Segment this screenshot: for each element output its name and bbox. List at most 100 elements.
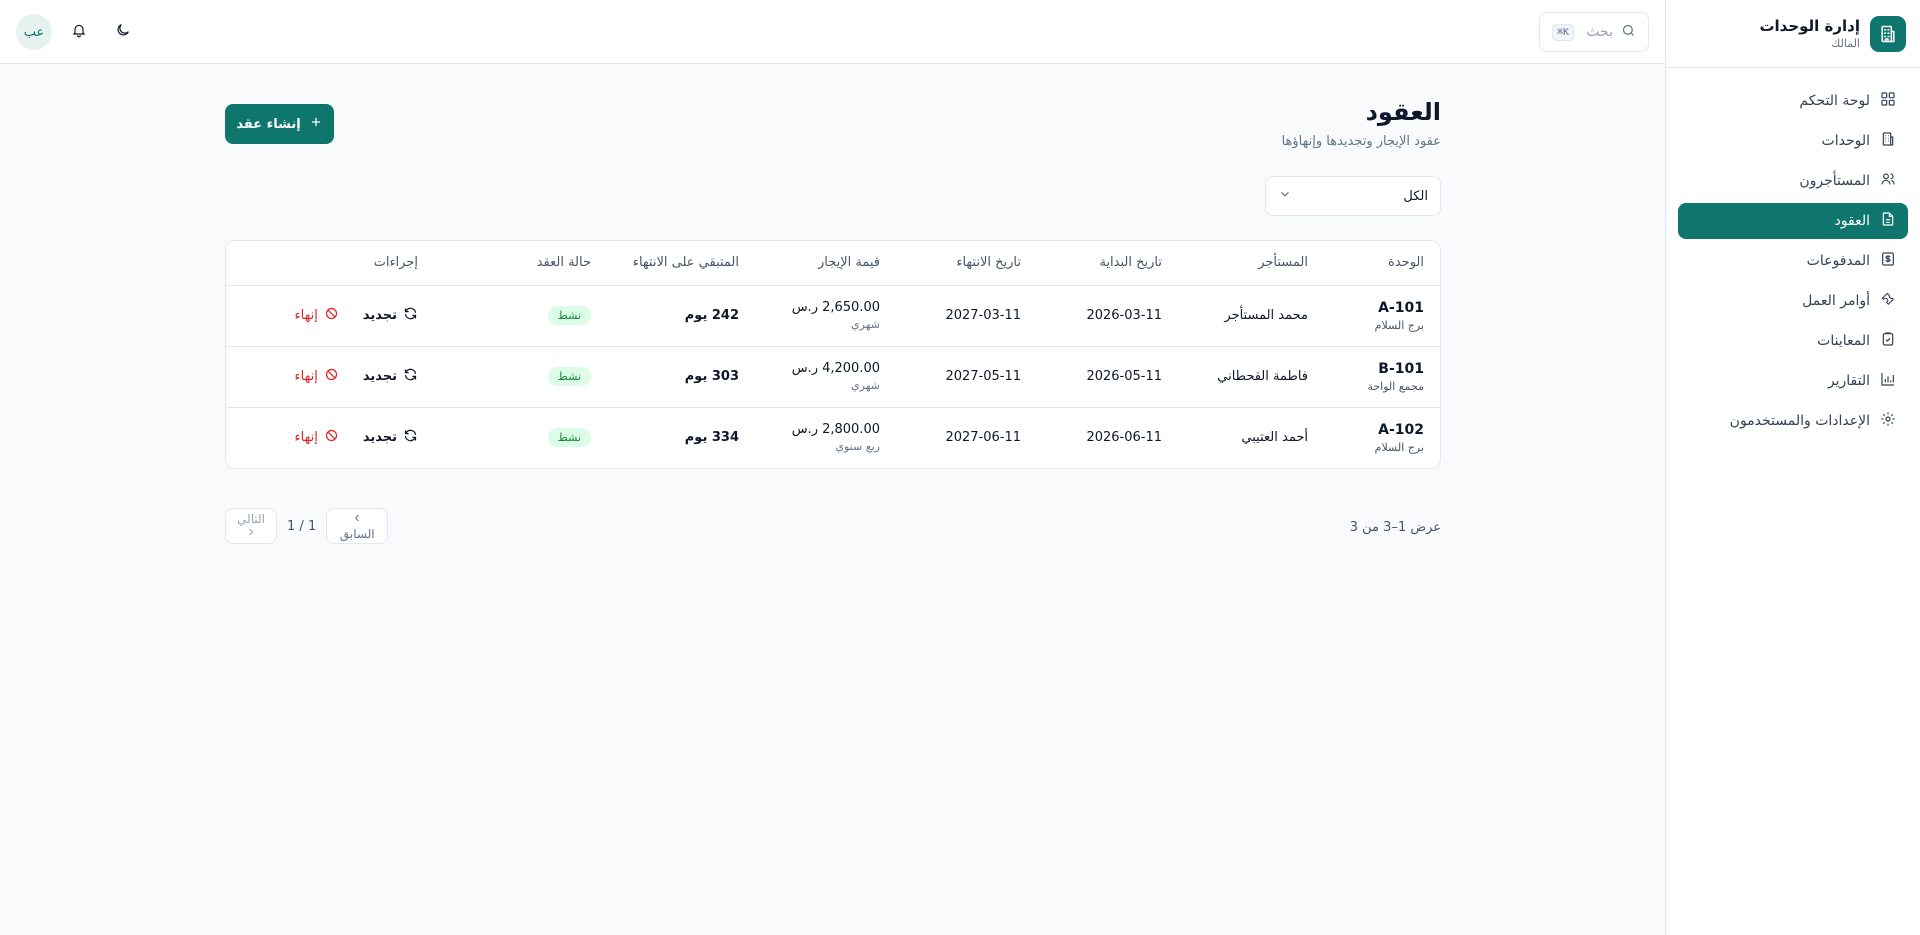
status-cell: نشط: [434, 285, 607, 347]
unit-cell: B-101 مجمع الواحة: [1324, 346, 1440, 408]
unit-code[interactable]: A-102: [1340, 422, 1424, 438]
gear-icon: [1880, 411, 1896, 431]
column-header-tenant: المستأجر: [1178, 241, 1324, 286]
users-icon: [1880, 171, 1896, 191]
ban-icon: [324, 367, 339, 386]
tenant-cell: محمد المستأجر: [1178, 285, 1324, 347]
sidebar-item-dashboard[interactable]: لوحة التحكم: [1678, 83, 1908, 119]
unit-cell: A-101 برج السلام: [1324, 285, 1440, 347]
tenant-cell: فاطمة القحطاني: [1178, 346, 1324, 408]
clipboard-check-icon: [1880, 331, 1896, 351]
previous-page-button[interactable]: السابق: [326, 508, 389, 544]
sidebar-item-label: المستأجرون: [1799, 173, 1870, 189]
page-indicator: 1 / 1: [287, 518, 317, 534]
sidebar-item-inspections[interactable]: المعاينات: [1678, 323, 1908, 359]
create-contract-button[interactable]: إنشاء عقد: [225, 104, 334, 144]
avatar[interactable]: عب: [16, 14, 52, 50]
terminate-label: إنهاء: [294, 369, 318, 384]
renew-label: تجديد: [362, 369, 397, 384]
unit-building: برج السلام: [1374, 440, 1424, 454]
sidebar-item-label: أوامر العمل: [1802, 293, 1870, 309]
table-row: A-101 برج السلام محمد المستأجر 2026-03-1…: [226, 285, 1440, 347]
chevron-right-icon: [245, 526, 257, 541]
sidebar-item-label: لوحة التحكم: [1799, 93, 1870, 109]
column-header-unit: الوحدة: [1324, 241, 1440, 286]
sidebar-item-label: المعاينات: [1817, 333, 1870, 349]
keyboard-shortcut: K⌘: [1552, 23, 1575, 41]
terminate-label: إنهاء: [294, 308, 318, 323]
search-icon: [1621, 23, 1636, 42]
app-title: إدارة الوحدات: [1759, 17, 1860, 35]
filter-value: الكل: [1403, 188, 1428, 204]
terminate-button[interactable]: إنهاء: [295, 367, 339, 386]
terminate-button[interactable]: إنهاء: [295, 428, 339, 447]
sidebar-item-reports[interactable]: التقارير: [1678, 363, 1908, 399]
table-row: A-102 برج السلام أحمد العتيبي 2026-06-11…: [226, 407, 1440, 468]
rent-amount: 4,200.00 ر.س: [791, 361, 880, 376]
sidebar-item-tenants[interactable]: المستأجرون: [1678, 163, 1908, 199]
unit-code[interactable]: A-101: [1340, 300, 1424, 316]
chart-icon: [1880, 371, 1896, 391]
sidebar-item-units[interactable]: الوحدات: [1678, 123, 1908, 159]
building-logo-icon: [1870, 15, 1906, 52]
refresh-icon: [403, 306, 418, 325]
actions-cell: تجديد إنهاء: [226, 407, 434, 468]
page-header: العقود عقود الإيجار وتجديدها وإنهاؤها إن…: [225, 64, 1441, 179]
bell-icon: [71, 22, 87, 42]
contract-icon: [1880, 211, 1896, 231]
table-footer: عرض 1–3 من 3 السابق 1 / 1 التالي: [225, 508, 1441, 548]
dashboard-icon: [1880, 91, 1896, 111]
terminate-label: إنهاء: [294, 430, 318, 446]
terminate-button[interactable]: إنهاء: [295, 306, 339, 325]
renew-button[interactable]: تجديد: [363, 428, 418, 447]
column-header-remaining: المتبقي على الانتهاء: [607, 241, 755, 286]
rent-period: شهري: [851, 379, 880, 392]
theme-toggle-button[interactable]: [106, 15, 140, 49]
unit-code[interactable]: B-101: [1340, 361, 1424, 377]
status-cell: نشط: [434, 407, 607, 468]
remaining-cell: 242 يوم: [607, 285, 755, 347]
search-input[interactable]: بحث K⌘: [1539, 12, 1649, 52]
sidebar-item-settings[interactable]: الإعدادات والمستخدمون: [1678, 403, 1908, 439]
sidebar-item-work-orders[interactable]: أوامر العمل: [1678, 283, 1908, 319]
moon-icon: [115, 22, 131, 42]
remaining-cell: 334 يوم: [684, 430, 739, 446]
renew-button[interactable]: تجديد: [363, 367, 418, 386]
table-row: B-101 مجمع الواحة فاطمة القحطاني 2026-05…: [226, 346, 1440, 408]
status-badge: نشط: [547, 428, 591, 448]
renew-label: تجديد: [362, 430, 397, 446]
top-actions: عب: [16, 14, 140, 50]
rent-period: شهري: [851, 318, 880, 331]
brand: إدارة الوحدات المالك: [1666, 0, 1920, 68]
notifications-button[interactable]: [62, 15, 96, 49]
sidebar-item-label: المدفوعات: [1806, 253, 1870, 269]
status-filter-select[interactable]: الكل: [1265, 176, 1441, 216]
sidebar-item-contracts[interactable]: العقود: [1678, 203, 1908, 239]
sidebar-item-payments[interactable]: المدفوعات: [1678, 243, 1908, 279]
renew-button[interactable]: تجديد: [363, 306, 418, 325]
column-header-status: حالة العقد: [434, 241, 607, 286]
plus-icon: [309, 115, 323, 133]
end-date-cell: 2027-03-11: [896, 285, 1037, 347]
refresh-icon: [403, 428, 418, 447]
sidebar-item-label: التقارير: [1827, 373, 1870, 389]
table-header-row: الوحدة المستأجر تاريخ البداية تاريخ الان…: [226, 241, 1440, 286]
rent-cell: 2,650.00 ر.س شهري: [755, 285, 896, 347]
sidebar-item-label: الوحدات: [1821, 133, 1870, 149]
end-date-cell: 2027-05-11: [896, 346, 1037, 408]
refresh-icon: [403, 367, 418, 386]
start-date-cell: 2026-03-11: [1037, 285, 1178, 347]
column-header-actions: إجراءات: [226, 241, 434, 286]
rent-period: ربع سنوي: [835, 440, 880, 454]
chevron-left-icon: [351, 512, 363, 527]
next-page-button[interactable]: التالي: [225, 508, 277, 544]
ban-icon: [324, 428, 339, 447]
column-header-start-date: تاريخ البداية: [1037, 241, 1178, 286]
unit-building: برج السلام: [1374, 318, 1424, 332]
rent-amount: 2,800.00 ر.س: [791, 422, 880, 438]
start-date-cell: 2026-06-11: [1086, 430, 1162, 446]
create-contract-label: إنشاء عقد: [236, 116, 301, 132]
sidebar: إدارة الوحدات المالك لوحة التحكم الوحدات…: [1665, 0, 1920, 935]
sidebar-item-label: العقود: [1834, 213, 1870, 229]
actions-cell: تجديد إنهاء: [226, 346, 434, 408]
